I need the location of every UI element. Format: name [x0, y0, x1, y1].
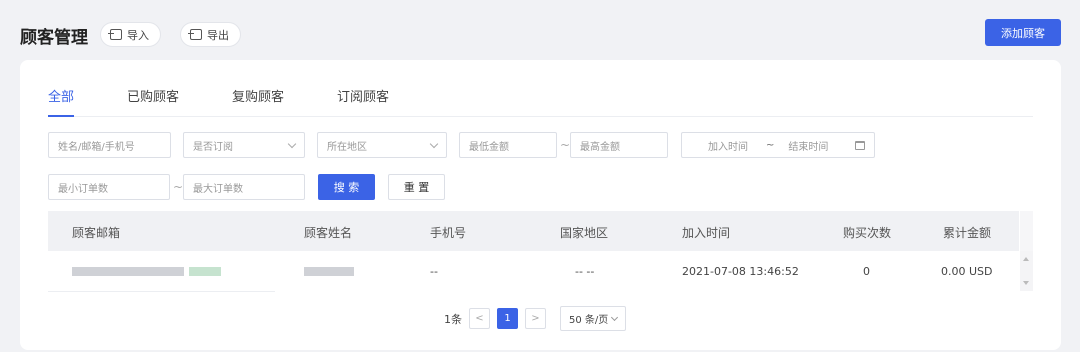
col-total: 累计金额 — [943, 226, 992, 240]
tab-bar: 全部 已购顾客 复购顾客 订阅顾客 — [48, 86, 442, 105]
tab-all[interactable]: 全部 — [48, 86, 74, 105]
orders-range-separator: ~ — [173, 180, 184, 194]
cell-total: 0.00 USD — [941, 265, 993, 278]
page-title: 顾客管理 — [20, 28, 88, 48]
name-email-phone-placeholder: 姓名/邮箱/手机号 — [58, 141, 135, 153]
table-header: 顾客邮箱 顾客姓名 手机号 国家地区 加入时间 购买次数 累计金额 — [48, 211, 1019, 251]
active-tab-indicator — [48, 115, 74, 117]
import-button[interactable]: 导入 — [100, 22, 161, 47]
max-orders-placeholder: 最大订单数 — [193, 183, 243, 195]
calendar-icon — [855, 140, 865, 150]
table-scrollbar[interactable] — [1020, 251, 1033, 291]
redacted-email — [189, 267, 221, 276]
search-button[interactable]: 搜 索 — [318, 174, 375, 200]
scroll-down-icon[interactable] — [1023, 281, 1029, 285]
region-select[interactable]: 所在地区 — [317, 132, 447, 158]
tab-repurchase[interactable]: 复购顾客 — [232, 86, 284, 105]
subscribed-select[interactable]: 是否订阅 — [183, 132, 305, 158]
tab-divider — [48, 116, 1033, 117]
end-time-placeholder: 结束时间 — [788, 141, 829, 153]
table-header-gutter — [1020, 211, 1033, 251]
region-select-value: 所在地区 — [327, 141, 367, 153]
export-label: 导出 — [207, 28, 229, 42]
total-count: 1条 — [444, 312, 462, 326]
col-region: 国家地区 — [560, 226, 609, 240]
table-row[interactable]: -- -- -- 2021-07-08 13:46:52 0 0.00 USD — [48, 251, 1019, 291]
subscribed-select-value: 是否订阅 — [193, 141, 233, 153]
redacted-email — [72, 267, 184, 276]
row-divider — [48, 291, 275, 292]
col-email: 顾客邮箱 — [72, 226, 121, 240]
chevron-down-icon — [611, 313, 619, 321]
start-time-placeholder: 加入时间 — [708, 141, 748, 153]
max-orders-input[interactable]: 最大订单数 — [183, 174, 305, 200]
prev-page-button[interactable]: < — [469, 308, 490, 329]
chevron-down-icon — [287, 139, 297, 148]
col-purchases: 购买次数 — [843, 226, 892, 240]
min-orders-input[interactable]: 最小订单数 — [48, 174, 170, 200]
tab-subscribed[interactable]: 订阅顾客 — [337, 86, 389, 105]
reset-button[interactable]: 重 置 — [388, 174, 445, 200]
page-size-value: 50 条/页 — [569, 315, 609, 326]
page-size-select[interactable]: 50 条/页 — [560, 306, 627, 331]
col-name: 顾客姓名 — [304, 226, 353, 240]
pagination: 1条 < 1 > 50 条/页 — [444, 306, 627, 331]
cell-purchases: 0 — [863, 265, 870, 278]
min-amount-placeholder: 最低金额 — [469, 141, 509, 153]
customer-card: 全部 已购顾客 复购顾客 订阅顾客 姓名/邮箱/手机号 是否订阅 所在地区 最低… — [20, 60, 1061, 350]
max-amount-placeholder: 最高金额 — [580, 141, 620, 153]
export-button[interactable]: 导出 — [180, 22, 241, 47]
col-phone: 手机号 — [430, 226, 467, 240]
chevron-down-icon — [429, 139, 439, 148]
add-customer-button[interactable]: 添加顾客 — [985, 19, 1061, 46]
amount-range-separator: ~ — [560, 138, 571, 152]
next-page-button[interactable]: > — [525, 308, 546, 329]
page-1-button[interactable]: 1 — [497, 308, 518, 329]
tab-purchased[interactable]: 已购顾客 — [127, 86, 179, 105]
min-orders-placeholder: 最小订单数 — [58, 183, 108, 195]
cell-region: -- -- — [575, 265, 595, 278]
date-range-picker[interactable]: 加入时间 ~ 结束时间 — [681, 132, 875, 158]
max-amount-input[interactable]: 最高金额 — [570, 132, 668, 158]
cell-phone: -- — [430, 265, 438, 278]
col-joined: 加入时间 — [682, 226, 731, 240]
min-amount-input[interactable]: 最低金额 — [459, 132, 557, 158]
redacted-name — [304, 267, 354, 276]
cell-joined: 2021-07-08 13:46:52 — [682, 265, 799, 278]
export-icon — [188, 29, 202, 40]
date-range-separator: ~ — [766, 139, 775, 151]
import-icon — [108, 29, 122, 40]
import-label: 导入 — [127, 28, 149, 42]
scroll-up-icon[interactable] — [1023, 257, 1029, 261]
name-email-phone-input[interactable]: 姓名/邮箱/手机号 — [48, 132, 171, 158]
